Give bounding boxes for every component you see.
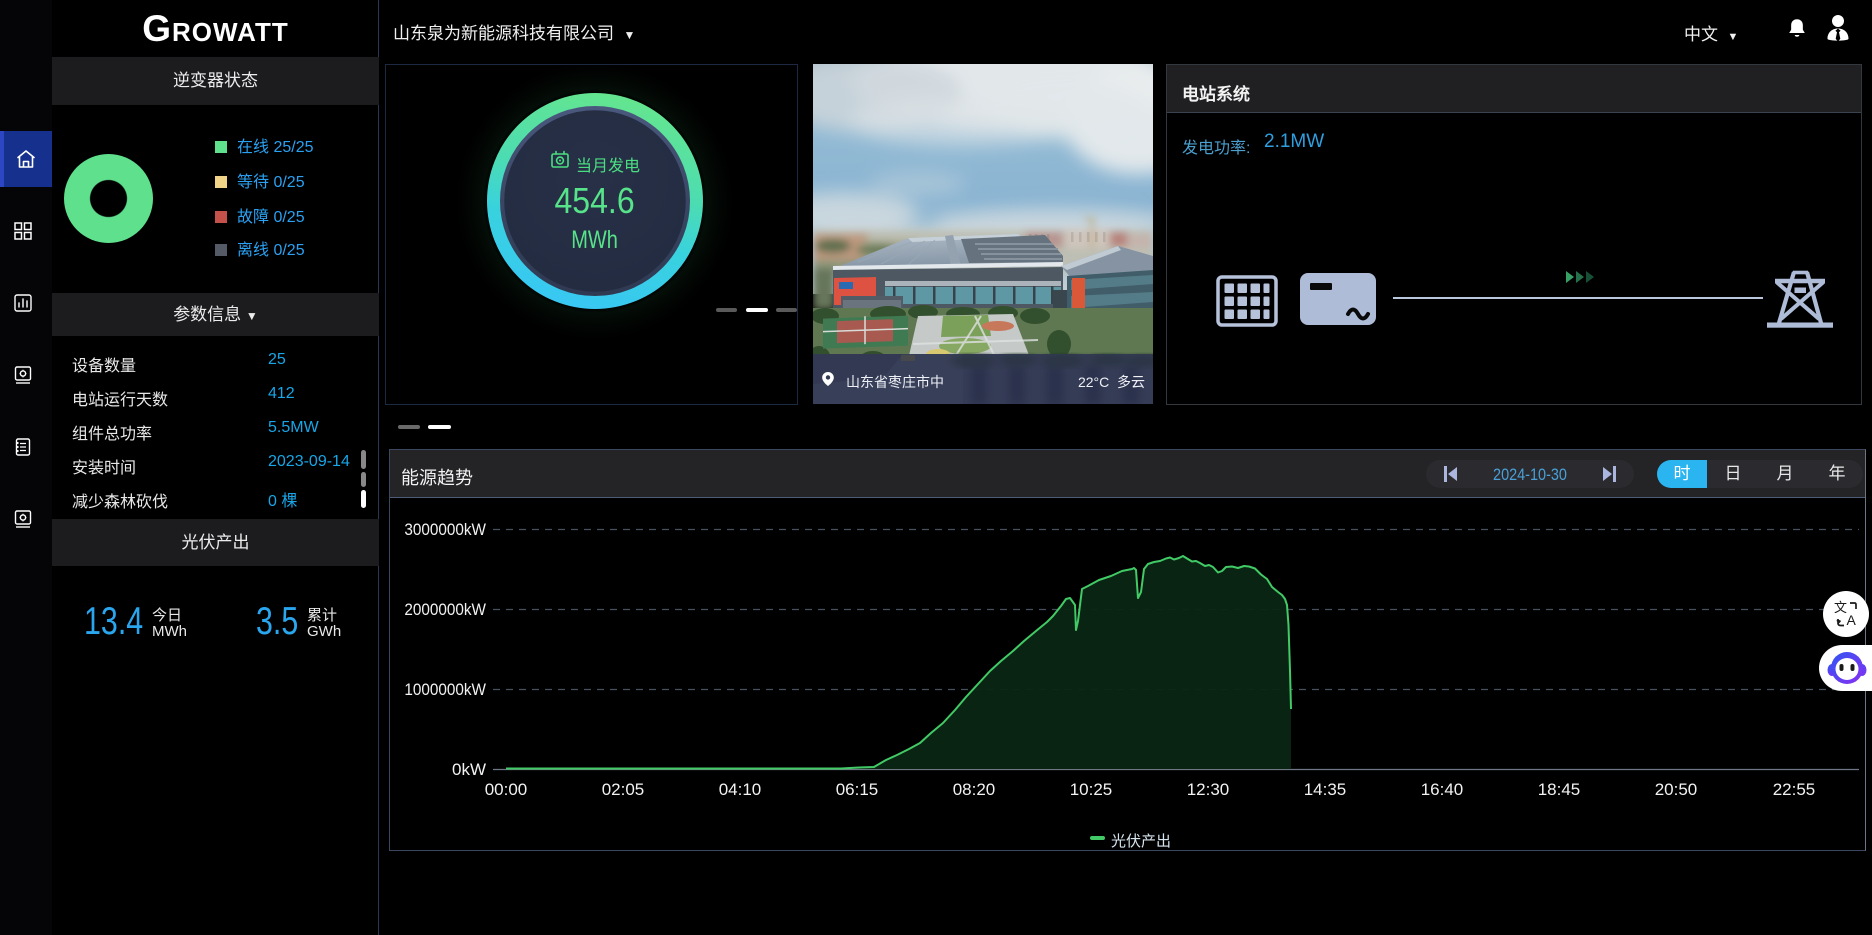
svg-text:A: A — [1847, 612, 1857, 628]
svg-text:文: 文 — [1834, 600, 1847, 615]
